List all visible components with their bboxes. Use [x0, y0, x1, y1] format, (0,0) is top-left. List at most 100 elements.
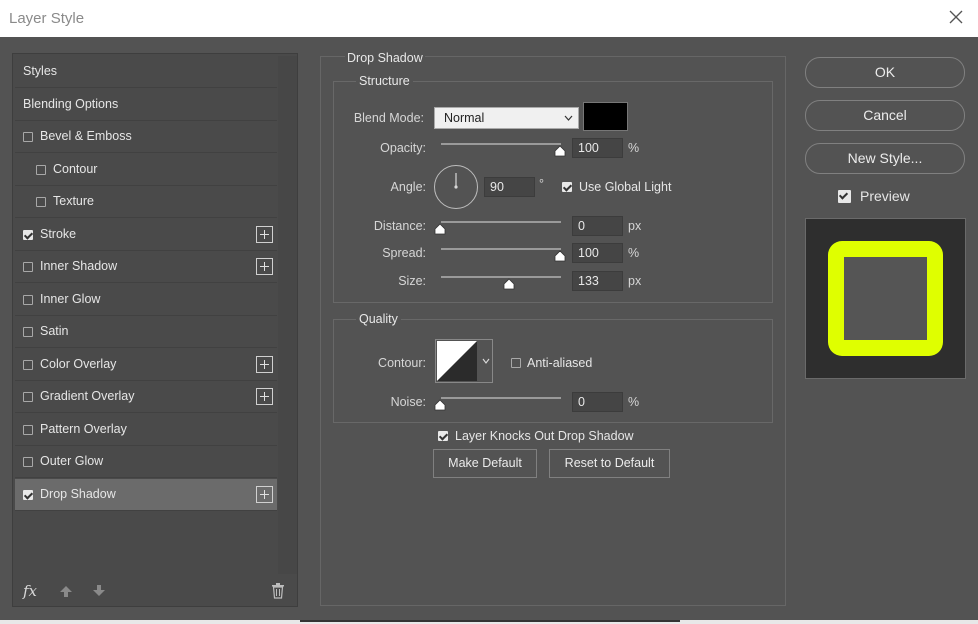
distance-label: Distance:: [373, 219, 426, 233]
size-unit: px: [628, 274, 642, 288]
distance-slider-thumb[interactable]: [434, 223, 446, 235]
spread-slider[interactable]: [441, 248, 561, 250]
opacity-label: Opacity:: [380, 141, 426, 155]
noise-label: Noise:: [390, 395, 426, 409]
style-item-checkbox[interactable]: [23, 229, 33, 240]
preview-stroke-square: [828, 241, 943, 356]
size-input[interactable]: 133: [572, 271, 623, 291]
opacity-slider-thumb[interactable]: [554, 145, 566, 157]
style-item-pattern-overlay[interactable]: Pattern Overlay: [15, 414, 277, 446]
style-item-stroke[interactable]: Stroke: [15, 219, 277, 251]
style-item-styles[interactable]: Styles: [15, 56, 277, 88]
bottom-strip: [0, 620, 978, 624]
style-item-texture[interactable]: Texture: [15, 186, 277, 218]
blend-mode-label: Blend Mode:: [353, 111, 424, 125]
preview-thumbnail: [805, 218, 966, 379]
style-item-inner-glow[interactable]: Inner Glow: [15, 284, 277, 316]
add-effect-plus-icon[interactable]: [256, 388, 273, 405]
close-icon[interactable]: [948, 9, 964, 25]
distance-input[interactable]: 0: [572, 216, 623, 236]
make-default-button[interactable]: Make Default: [433, 449, 537, 478]
style-item-checkbox[interactable]: [23, 424, 33, 435]
style-item-color-overlay[interactable]: Color Overlay: [15, 349, 277, 381]
style-item-checkbox[interactable]: [23, 262, 33, 272]
new-style-button[interactable]: New Style...: [805, 143, 965, 174]
add-effect-plus-icon[interactable]: [256, 225, 273, 243]
spread-slider-thumb[interactable]: [554, 250, 566, 262]
angle-label: Angle:: [390, 180, 426, 194]
style-item-blending-options[interactable]: Blending Options: [15, 89, 277, 121]
angle-dial[interactable]: [433, 164, 479, 210]
style-item-drop-shadow[interactable]: Drop Shadow: [15, 478, 277, 511]
distance-unit: px: [628, 219, 642, 233]
size-label: Size:: [398, 274, 426, 288]
style-item-label: Color Overlay: [40, 356, 117, 371]
style-item-label: Pattern Overlay: [40, 421, 127, 436]
drop-shadow-title: Drop Shadow: [345, 51, 425, 65]
style-item-satin[interactable]: Satin: [15, 316, 277, 348]
style-item-checkbox[interactable]: [36, 197, 46, 207]
trash-icon[interactable]: [271, 583, 285, 599]
noise-slider-thumb[interactable]: [434, 399, 446, 411]
style-item-label: Contour: [53, 161, 98, 176]
blend-mode-select[interactable]: Normal: [434, 107, 579, 129]
title-bar: Layer Style: [0, 0, 978, 37]
style-item-label: Satin: [40, 324, 69, 338]
style-item-bevel-emboss[interactable]: Bevel & Emboss: [15, 121, 277, 153]
style-item-checkbox[interactable]: [23, 489, 33, 500]
styles-scrollbar[interactable]: [278, 56, 297, 574]
size-slider[interactable]: [441, 276, 561, 278]
cancel-button[interactable]: Cancel: [805, 100, 965, 131]
style-item-label: Stroke: [40, 226, 77, 241]
chevron-down-icon: [564, 115, 573, 121]
spread-input[interactable]: 100: [572, 243, 623, 263]
add-effect-plus-icon[interactable]: [256, 485, 273, 503]
contour-preview-icon: [437, 341, 477, 381]
ok-button[interactable]: OK: [805, 57, 965, 88]
style-item-outer-glow[interactable]: Outer Glow: [15, 446, 277, 478]
use-global-light-label: Use Global Light: [579, 180, 672, 194]
chevron-down-icon: [482, 358, 490, 364]
spread-unit: %: [628, 246, 640, 260]
drop-shadow-panel: Drop Shadow Structure Blend Mode: Normal…: [320, 51, 786, 606]
size-slider-thumb[interactable]: [503, 278, 515, 290]
opacity-slider[interactable]: [441, 143, 561, 145]
contour-picker[interactable]: [435, 339, 493, 383]
preview-label: Preview: [860, 188, 910, 204]
add-effect-plus-icon[interactable]: [256, 355, 273, 373]
style-item-checkbox[interactable]: [23, 294, 33, 305]
move-up-icon[interactable]: [59, 584, 73, 598]
style-item-contour[interactable]: Contour: [15, 154, 277, 186]
style-item-label: Inner Shadow: [40, 259, 118, 273]
style-item-checkbox[interactable]: [23, 392, 33, 402]
opacity-input[interactable]: 100: [572, 138, 623, 158]
fx-icon[interactable]: fx: [23, 582, 37, 600]
angle-input[interactable]: 90: [484, 177, 535, 197]
anti-aliased-label: Anti-aliased: [527, 356, 593, 370]
style-item-checkbox[interactable]: [23, 327, 33, 337]
add-effect-plus-icon[interactable]: [256, 258, 273, 275]
move-down-icon[interactable]: [92, 584, 106, 598]
preview-checkbox[interactable]: [838, 190, 851, 203]
style-item-checkbox[interactable]: [23, 359, 33, 370]
style-item-checkbox[interactable]: [23, 457, 33, 467]
style-item-checkbox[interactable]: [36, 164, 46, 175]
noise-input[interactable]: 0: [572, 392, 623, 412]
style-item-label: Blending Options: [23, 96, 119, 111]
style-item-gradient-overlay[interactable]: Gradient Overlay: [15, 381, 277, 413]
quality-title: Quality: [356, 312, 401, 326]
use-global-light-checkbox[interactable]: [562, 182, 572, 192]
distance-slider[interactable]: [441, 221, 561, 223]
shadow-color-swatch[interactable]: [583, 102, 628, 131]
anti-aliased-checkbox[interactable]: [511, 358, 521, 368]
layer-knocks-out-checkbox[interactable]: [438, 431, 448, 441]
noise-slider[interactable]: [441, 397, 561, 399]
style-item-label: Texture: [53, 194, 94, 208]
reset-to-default-button[interactable]: Reset to Default: [549, 449, 670, 478]
layer-knocks-out-label: Layer Knocks Out Drop Shadow: [455, 429, 634, 443]
style-item-inner-shadow[interactable]: Inner Shadow: [15, 251, 277, 283]
style-item-checkbox[interactable]: [23, 132, 33, 142]
noise-unit: %: [628, 395, 640, 409]
opacity-unit: %: [628, 141, 640, 155]
style-item-label: Styles: [23, 64, 58, 78]
